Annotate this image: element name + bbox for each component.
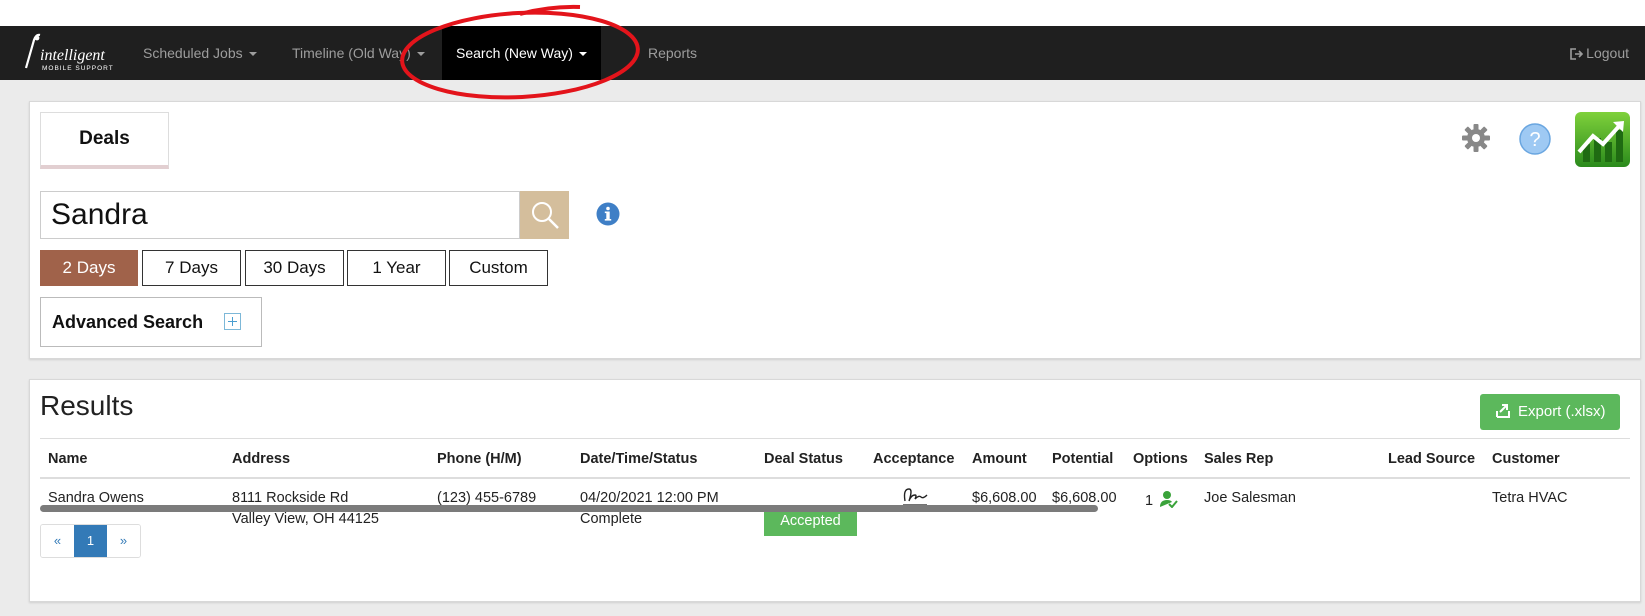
range-custom-button[interactable]: Custom bbox=[449, 250, 548, 286]
caret-down-icon bbox=[416, 52, 425, 57]
svg-text:?: ? bbox=[1529, 129, 1540, 151]
col-deal-status[interactable]: Deal Status bbox=[764, 451, 843, 467]
export-xlsx-button[interactable]: Export (.xlsx) bbox=[1480, 394, 1620, 430]
navbar: intelligent MOBILE SUPPORT Scheduled Job… bbox=[0, 26, 1645, 80]
advanced-search-toggle[interactable]: Advanced Search bbox=[40, 297, 262, 347]
col-phone[interactable]: Phone (H/M) bbox=[437, 451, 522, 467]
search-icon bbox=[531, 202, 559, 229]
logout-label: Logout bbox=[1586, 45, 1629, 61]
table-header: Name Address Phone (H/M) Date/Time/Statu… bbox=[40, 439, 1630, 479]
col-potential[interactable]: Potential bbox=[1052, 451, 1113, 467]
user-check-icon bbox=[1160, 491, 1178, 509]
growth-chart-icon[interactable] bbox=[1575, 112, 1630, 167]
nav-label: Scheduled Jobs bbox=[143, 45, 243, 61]
search-button[interactable] bbox=[520, 191, 569, 239]
brand-text: intelligent bbox=[40, 47, 105, 64]
caret-down-icon bbox=[248, 52, 257, 57]
range-7-days-button[interactable]: 7 Days bbox=[142, 250, 241, 286]
nav-timeline-old-way[interactable]: Timeline (Old Way) bbox=[278, 26, 439, 80]
results-title: Results bbox=[40, 390, 134, 421]
pagination: « 1 » bbox=[40, 524, 141, 558]
logout-link[interactable]: Logout bbox=[1570, 26, 1629, 80]
export-icon bbox=[1496, 404, 1510, 418]
cell-customer: Tetra HVAC bbox=[1492, 490, 1568, 506]
brand-subtext: MOBILE SUPPORT bbox=[42, 65, 114, 72]
col-amount[interactable]: Amount bbox=[972, 451, 1027, 467]
col-address[interactable]: Address bbox=[232, 451, 290, 467]
cell-options[interactable]: 1 bbox=[1145, 490, 1178, 512]
gear-icon[interactable] bbox=[1460, 122, 1492, 159]
nav-reports[interactable]: Reports bbox=[634, 26, 711, 80]
pager-prev[interactable]: « bbox=[41, 525, 74, 557]
plus-icon bbox=[224, 313, 241, 330]
col-name[interactable]: Name bbox=[48, 451, 88, 467]
horizontal-scrollbar[interactable] bbox=[40, 505, 1098, 512]
col-customer[interactable]: Customer bbox=[1492, 451, 1560, 467]
nav-label: Reports bbox=[648, 45, 698, 61]
info-icon[interactable] bbox=[596, 202, 620, 231]
advanced-search-label: Advanced Search bbox=[52, 312, 204, 332]
nav-search-new-way[interactable]: Search (New Way) bbox=[442, 26, 601, 80]
range-1-year-button[interactable]: 1 Year bbox=[347, 250, 446, 286]
logout-icon bbox=[1570, 48, 1584, 60]
results-panel: Results Export (.xlsx) Name Address Phon… bbox=[29, 379, 1641, 602]
col-sales-rep[interactable]: Sales Rep bbox=[1204, 451, 1273, 467]
top-strip bbox=[0, 0, 1645, 26]
nav-scheduled-jobs[interactable]: Scheduled Jobs bbox=[129, 26, 271, 80]
options-count: 1 bbox=[1145, 493, 1154, 509]
cell-status: Complete bbox=[580, 511, 643, 527]
help-icon[interactable]: ? bbox=[1518, 122, 1552, 161]
nav-label: Search (New Way) bbox=[456, 45, 573, 61]
cell-sales-rep: Joe Salesman bbox=[1204, 490, 1296, 506]
caret-down-icon bbox=[578, 52, 587, 57]
col-acceptance[interactable]: Acceptance bbox=[873, 451, 954, 467]
search-input[interactable]: Sandra bbox=[40, 191, 520, 239]
results-table: Name Address Phone (H/M) Date/Time/Statu… bbox=[40, 438, 1630, 538]
col-lead-source[interactable]: Lead Source bbox=[1388, 451, 1475, 467]
nav-label: Timeline (Old Way) bbox=[292, 45, 411, 61]
cell-address-line2: Valley View, OH 44125 bbox=[232, 511, 379, 527]
pager-page-1[interactable]: 1 bbox=[74, 525, 107, 557]
range-2-days-button[interactable]: 2 Days bbox=[40, 250, 138, 286]
brand-logo[interactable]: intelligent MOBILE SUPPORT bbox=[20, 32, 130, 74]
range-30-days-button[interactable]: 30 Days bbox=[245, 250, 344, 286]
export-label: Export (.xlsx) bbox=[1518, 403, 1606, 420]
col-options[interactable]: Options bbox=[1133, 451, 1188, 467]
tab-deals[interactable]: Deals bbox=[40, 112, 169, 169]
search-panel: Deals ? Sandra 2 Days 7 Days 30 Days 1 Y… bbox=[29, 101, 1641, 359]
col-date-time-status[interactable]: Date/Time/Status bbox=[580, 451, 697, 467]
pager-next[interactable]: » bbox=[107, 525, 140, 557]
